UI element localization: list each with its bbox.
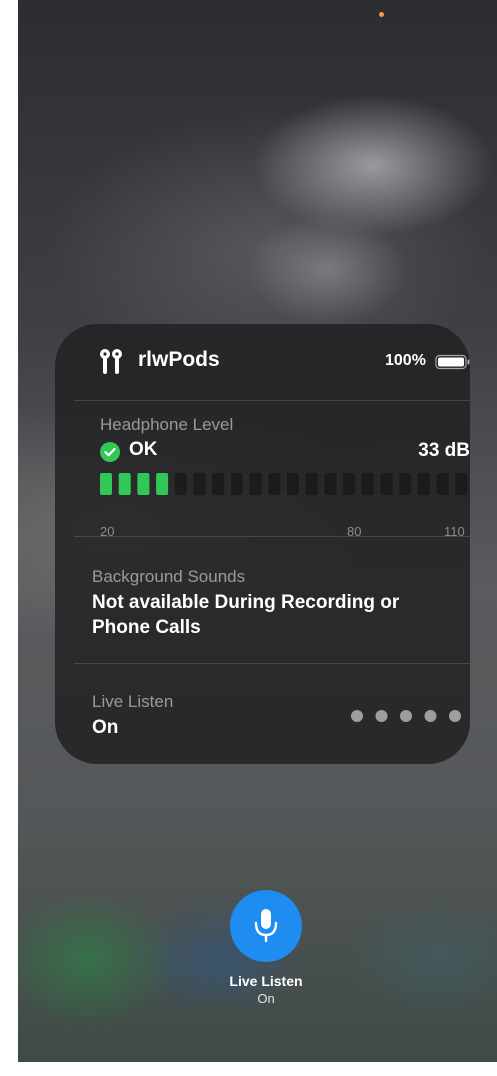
meter-segment — [455, 473, 468, 495]
battery-icon — [435, 354, 470, 370]
live-listen-button[interactable] — [230, 890, 302, 962]
meter-segment — [249, 473, 262, 495]
background-sounds-title: Background Sounds — [92, 567, 246, 586]
live-listen-title: Live Listen — [92, 692, 174, 711]
level-dot — [400, 710, 412, 722]
divider — [74, 663, 470, 664]
privacy-indicator-dot — [379, 12, 384, 17]
level-dot — [424, 710, 437, 722]
meter-segment-lit — [137, 473, 150, 495]
meter-segment-lit — [100, 473, 112, 495]
meter-segment — [324, 473, 337, 495]
level-dot — [375, 710, 388, 722]
divider — [74, 400, 470, 401]
microphone-icon — [254, 909, 278, 943]
divider — [74, 536, 470, 537]
hearing-panel: rlwPods 100% Headphone Level OK 33 dB 20… — [55, 324, 470, 764]
meter-segment — [268, 473, 281, 495]
level-db-text: 33 dB — [418, 440, 470, 461]
meter-segment — [230, 473, 243, 495]
level-status: OK — [129, 439, 158, 460]
meter-segment — [174, 473, 187, 495]
meter-segment — [380, 473, 393, 495]
meter-segment — [305, 473, 318, 495]
live-listen-level-dots — [351, 710, 461, 722]
battery-percentage: 100% — [385, 352, 426, 369]
checkmark-icon — [100, 442, 120, 462]
meter-segment — [287, 473, 299, 495]
meter-segment-lit — [118, 473, 131, 495]
airpods-icon — [100, 349, 122, 374]
meter-segment — [361, 473, 374, 495]
device-header: rlwPods 100% — [55, 324, 470, 400]
headphone-level-meter — [100, 473, 468, 495]
live-listen-value: On — [92, 717, 119, 738]
device-name: rlwPods — [138, 348, 220, 371]
meter-segment — [193, 473, 206, 495]
level-dot — [449, 710, 461, 722]
meter-segment — [343, 473, 356, 495]
meter-segment — [399, 473, 412, 495]
background-sounds-value[interactable]: Not available During Recording or Phone … — [92, 590, 442, 640]
meter-segment — [436, 473, 449, 495]
level-dot — [351, 710, 363, 722]
meter-segment — [417, 473, 430, 495]
headphone-level-title: Headphone Level — [100, 415, 234, 434]
meter-segment — [212, 473, 225, 495]
live-listen-button-state: On — [257, 991, 275, 1006]
live-listen-button-label: Live Listen — [229, 973, 303, 989]
meter-segment-lit — [156, 473, 169, 495]
control-center-screen: rlwPods 100% Headphone Level OK 33 dB 20… — [18, 0, 497, 1062]
